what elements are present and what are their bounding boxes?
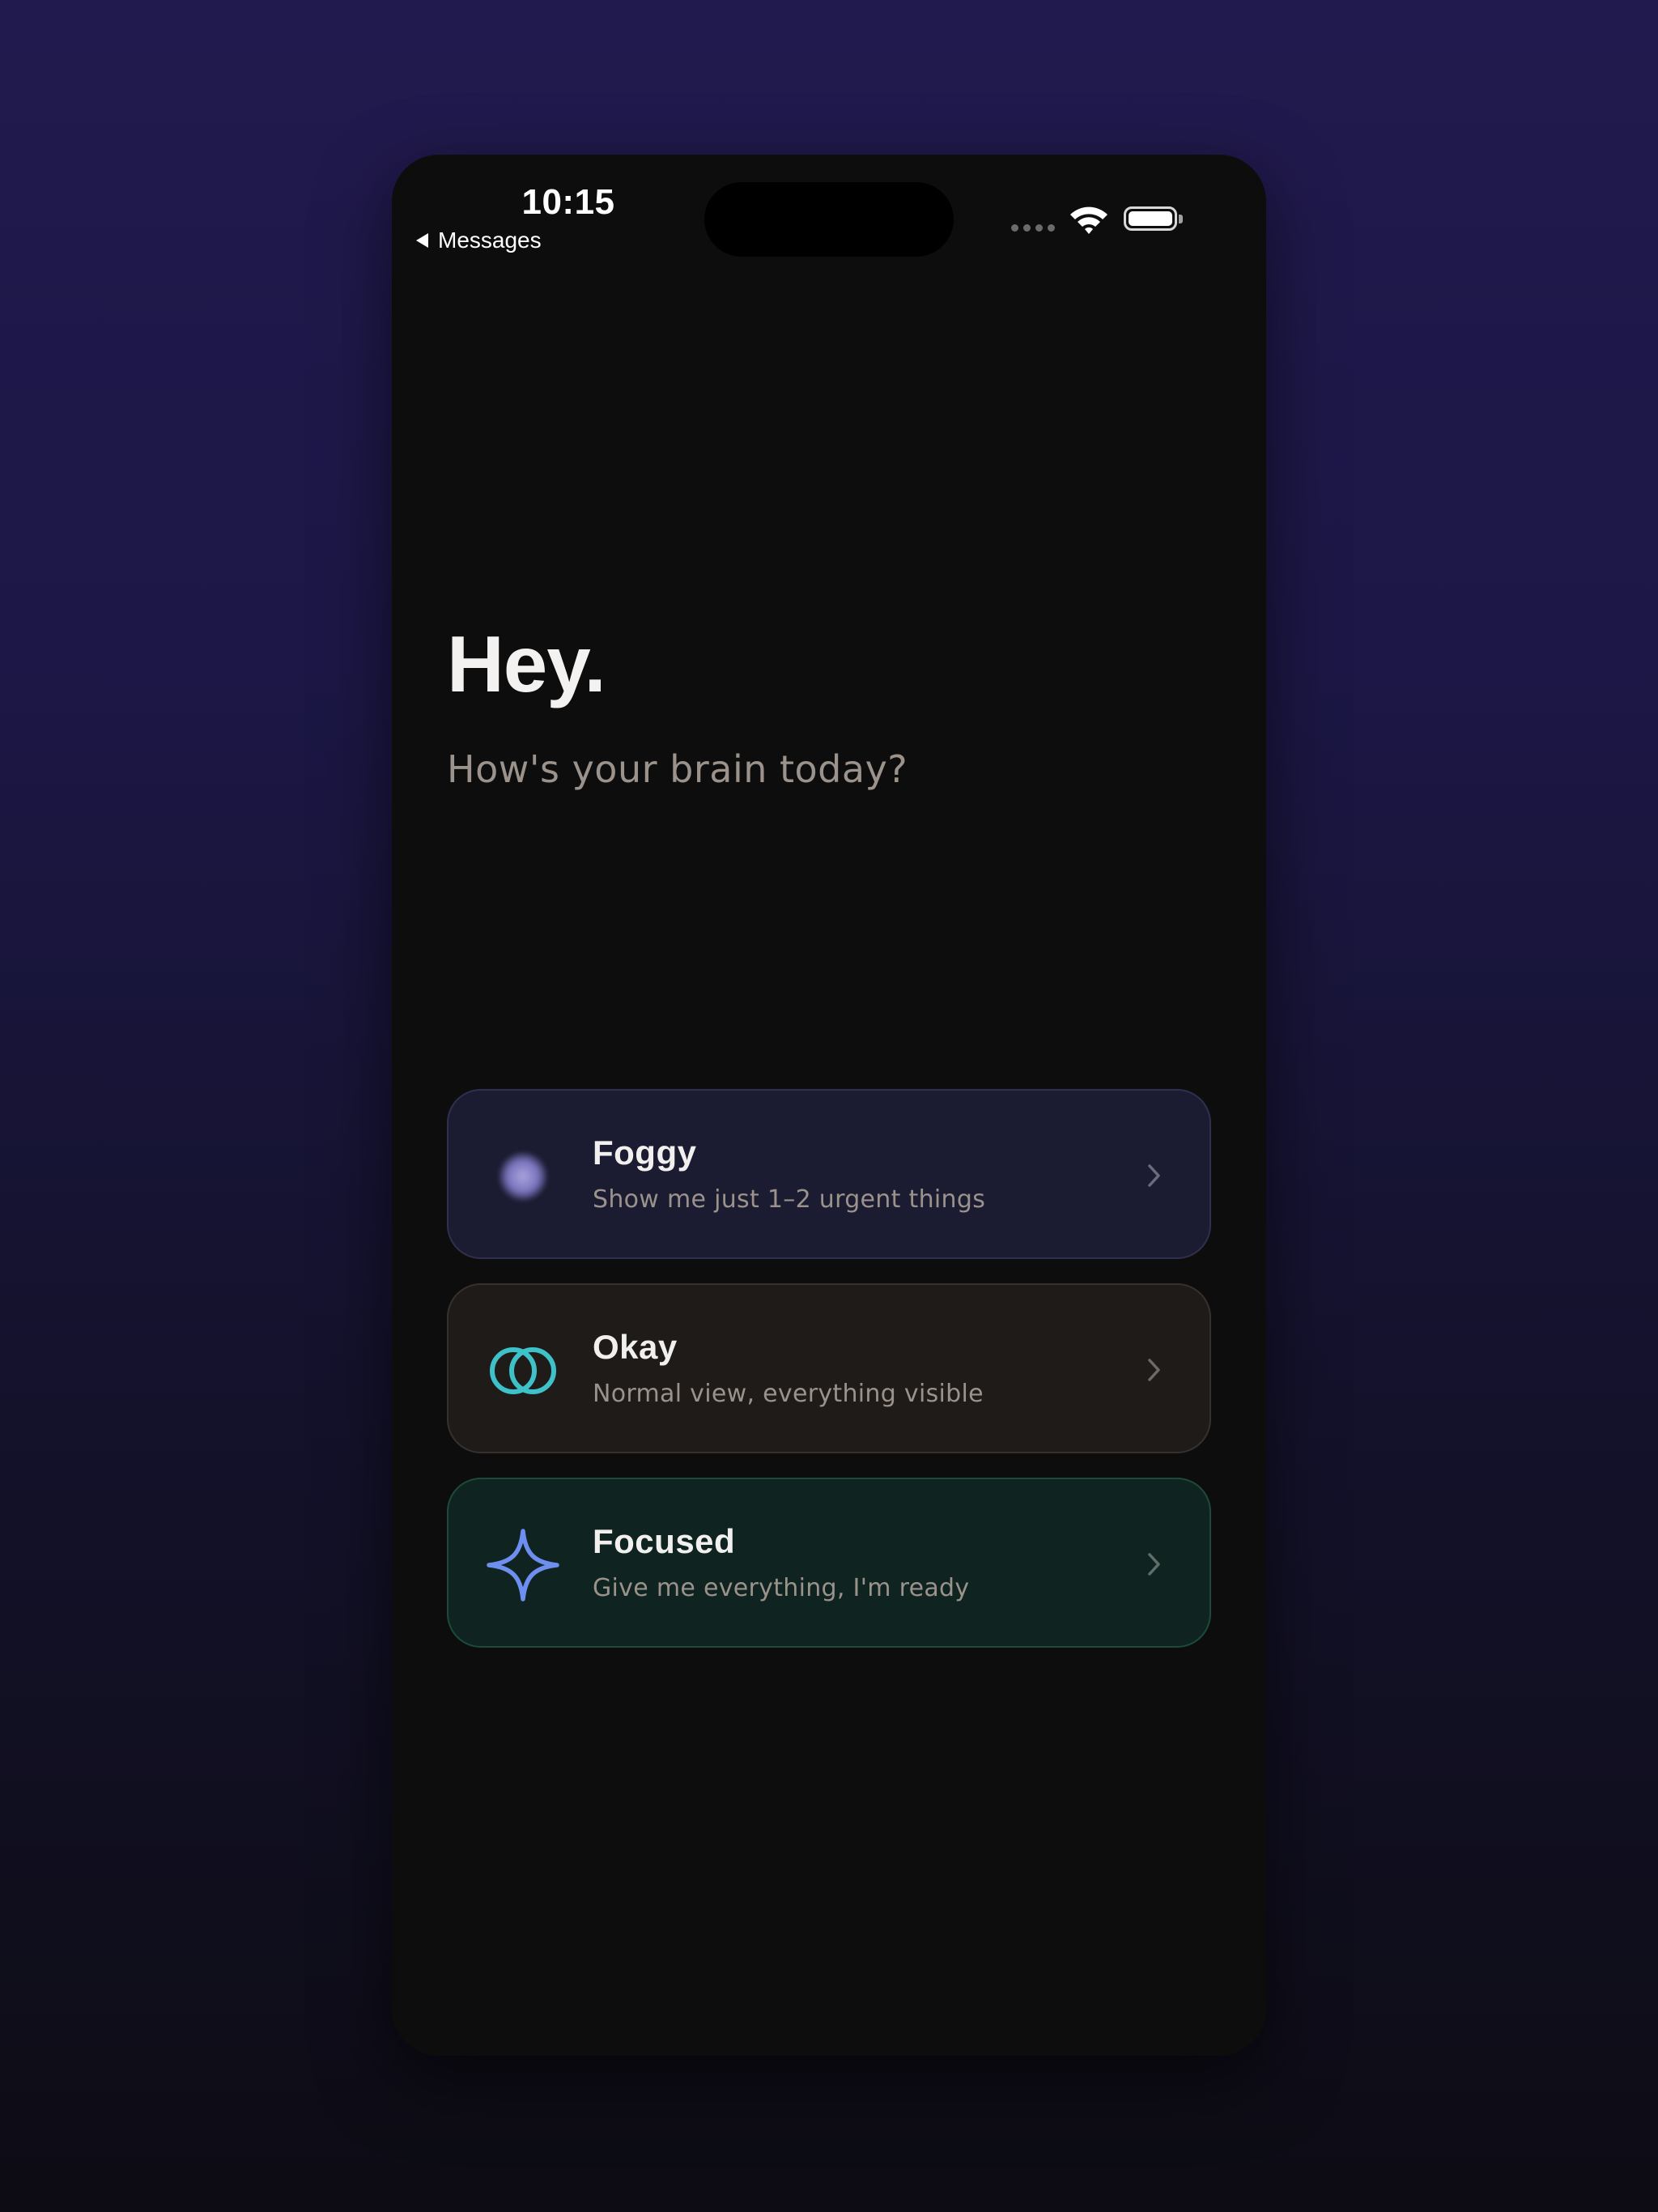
- mood-option-focused[interactable]: Focused Give me everything, I'm ready: [447, 1478, 1211, 1648]
- battery-icon: [1124, 206, 1177, 231]
- mood-description: Normal view, everything visible: [593, 1380, 984, 1408]
- mood-title: Focused: [593, 1522, 736, 1560]
- interlocked-rings-icon: [484, 1332, 562, 1410]
- mood-option-okay[interactable]: Okay Normal view, everything visible: [447, 1283, 1211, 1453]
- dynamic-island: [704, 182, 954, 257]
- greeting-title: Hey.: [447, 619, 606, 708]
- chevron-right-icon: [1148, 1553, 1160, 1576]
- fog-orb-icon: [484, 1138, 562, 1215]
- mood-description: Show me just 1–2 urgent things: [593, 1185, 986, 1214]
- wifi-icon: [1070, 206, 1107, 234]
- mood-options: Foggy Show me just 1–2 urgent things Oka…: [447, 1089, 1211, 1672]
- mood-title: Foggy: [593, 1134, 697, 1172]
- status-time: 10:15: [521, 182, 615, 222]
- back-arrow-icon: [416, 233, 428, 248]
- sparkle-star-icon: [484, 1526, 562, 1604]
- phone-screen: 10:15 Messages Hey. How's your brain tod…: [392, 155, 1266, 2056]
- mood-title: Okay: [593, 1328, 678, 1366]
- brain-prompt: How's your brain today?: [447, 747, 908, 791]
- chevron-right-icon: [1148, 1164, 1160, 1187]
- back-link-label: Messages: [438, 228, 542, 253]
- chevron-right-icon: [1148, 1359, 1160, 1381]
- back-to-messages-link[interactable]: Messages: [416, 228, 542, 253]
- mood-description: Give me everything, I'm ready: [593, 1574, 970, 1602]
- mood-option-foggy[interactable]: Foggy Show me just 1–2 urgent things: [447, 1089, 1211, 1259]
- battery-cap: [1179, 215, 1183, 223]
- cellular-signal-icon: [1011, 224, 1055, 232]
